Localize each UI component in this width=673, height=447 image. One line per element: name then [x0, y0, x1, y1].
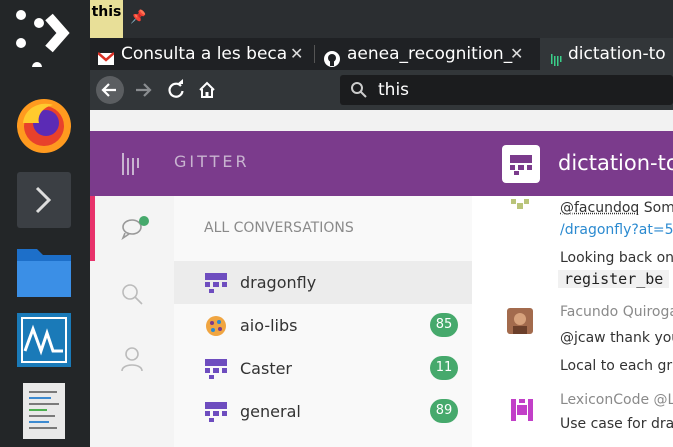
tab-gitter-active[interactable]: dictation-to	[540, 38, 673, 70]
reload-button[interactable]	[162, 76, 190, 104]
address-text: this	[378, 80, 410, 100]
list-item[interactable]: Caster 11	[174, 347, 472, 390]
monitor-app-icon[interactable]	[13, 311, 75, 373]
user-avatar	[509, 196, 531, 215]
address-bar[interactable]: this	[340, 75, 673, 105]
text-editor-icon[interactable]	[13, 381, 75, 443]
list-item[interactable]: dragonfly	[174, 261, 472, 304]
gitter-tab-icon	[548, 46, 564, 66]
github-icon	[324, 46, 340, 67]
unread-badge: 89	[430, 399, 458, 423]
conversations-icon[interactable]	[121, 216, 151, 244]
file-manager-icon[interactable]	[13, 243, 75, 305]
unread-badge: 85	[430, 313, 458, 337]
search-icon	[350, 81, 368, 103]
caster-room-icon	[205, 358, 227, 380]
chat-pane: @facundoq Som /dragonfly?at=5d Looking b…	[472, 196, 673, 447]
tab-github[interactable]: aenea_recognition_ ✕	[316, 38, 538, 70]
message-body: Som	[639, 200, 673, 216]
application-dock	[0, 0, 90, 447]
close-icon[interactable]: ✕	[510, 38, 523, 70]
active-indicator	[90, 196, 95, 261]
gmail-icon	[97, 46, 115, 65]
room-title: dictation-toc	[558, 151, 673, 175]
search-highlight: this	[90, 0, 123, 38]
gitter-brand: GITTER	[174, 152, 250, 171]
top-bar: this 📌	[90, 0, 673, 38]
room-name: general	[240, 402, 301, 421]
mention-link[interactable]: @facundoq	[560, 200, 639, 216]
app-launcher-icon[interactable]	[13, 5, 75, 72]
message-text: @facundoq Som	[560, 200, 673, 216]
tab-label: Consulta a les beca	[121, 44, 288, 64]
message-text: Looking back on	[560, 250, 673, 266]
message-sender[interactable]: LexiconCode @L	[560, 392, 673, 408]
dragonfly-room-icon	[205, 272, 227, 294]
tab-label: dictation-to	[568, 44, 666, 64]
room-name: dragonfly	[240, 273, 317, 292]
people-icon[interactable]	[120, 346, 144, 376]
code-snippet: register_be	[558, 270, 670, 288]
search-icon[interactable]	[120, 282, 144, 310]
message-link[interactable]: /dragonfly?at=5d	[560, 222, 673, 238]
back-button[interactable]	[96, 76, 124, 104]
forward-button[interactable]	[130, 76, 158, 104]
navigation-bar: this	[90, 70, 673, 110]
list-item[interactable]: aio-libs 85	[174, 304, 472, 347]
tab-gmail[interactable]: Consulta a les beca ✕	[90, 38, 312, 70]
left-rail	[90, 196, 174, 447]
firefox-icon[interactable]	[13, 93, 75, 155]
gitter-header: GITTER dictation-toc	[90, 131, 673, 196]
page-top-gap	[90, 110, 673, 131]
conversation-list: ALL CONVERSATIONS dragonfly aio-libs 85 …	[174, 196, 472, 447]
message-text: Local to each gra	[560, 358, 673, 374]
terminal-icon[interactable]	[13, 170, 75, 232]
home-button[interactable]	[193, 76, 221, 104]
list-item[interactable]: general 89	[174, 390, 472, 433]
message-sender[interactable]: Facundo Quiroga	[560, 304, 673, 320]
general-room-icon	[205, 401, 227, 423]
user-avatar[interactable]	[509, 397, 535, 427]
message-text: @jcaw thank you	[560, 330, 673, 346]
room-avatar[interactable]	[502, 145, 540, 187]
close-icon[interactable]: ✕	[290, 38, 303, 70]
tab-separator	[314, 45, 315, 63]
room-name: aio-libs	[240, 316, 298, 335]
tab-strip: Consulta a les beca ✕ aenea_recognition_…	[90, 38, 673, 70]
room-name: Caster	[240, 359, 293, 378]
aio-libs-room-icon	[205, 315, 227, 337]
unread-badge: 11	[430, 356, 458, 380]
list-heading: ALL CONVERSATIONS	[204, 220, 354, 236]
user-avatar[interactable]	[507, 308, 533, 338]
gitter-logo-icon[interactable]	[122, 153, 140, 179]
message-text: Use case for drag	[560, 416, 673, 432]
pin-icon[interactable]: 📌	[130, 10, 146, 25]
tab-label: aenea_recognition_	[347, 44, 513, 64]
